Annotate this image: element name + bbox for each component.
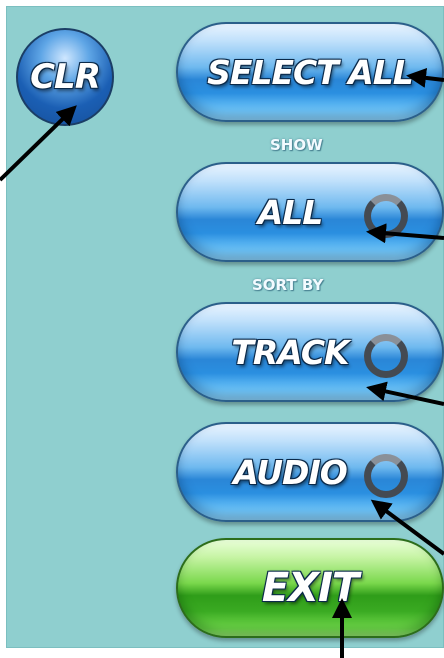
select-all-button[interactable]: SELECT ALL — [176, 22, 444, 122]
show-section-label: SHOW — [270, 136, 323, 154]
cycle-icon — [364, 454, 408, 498]
sort-track-label: TRACK — [231, 332, 349, 372]
select-all-label: SELECT ALL — [207, 52, 414, 92]
exit-button[interactable]: EXIT — [176, 538, 444, 638]
exit-label: EXIT — [261, 565, 359, 611]
sort-by-section-label: SORT BY — [252, 276, 324, 294]
clear-button-label: CLR — [30, 57, 101, 97]
show-all-label: ALL — [257, 192, 324, 232]
cycle-icon — [364, 334, 408, 378]
bottom-border — [0, 648, 444, 658]
cycle-icon — [364, 194, 408, 238]
sort-audio-label: AUDIO — [233, 452, 348, 492]
clear-button[interactable]: CLR — [16, 28, 114, 126]
